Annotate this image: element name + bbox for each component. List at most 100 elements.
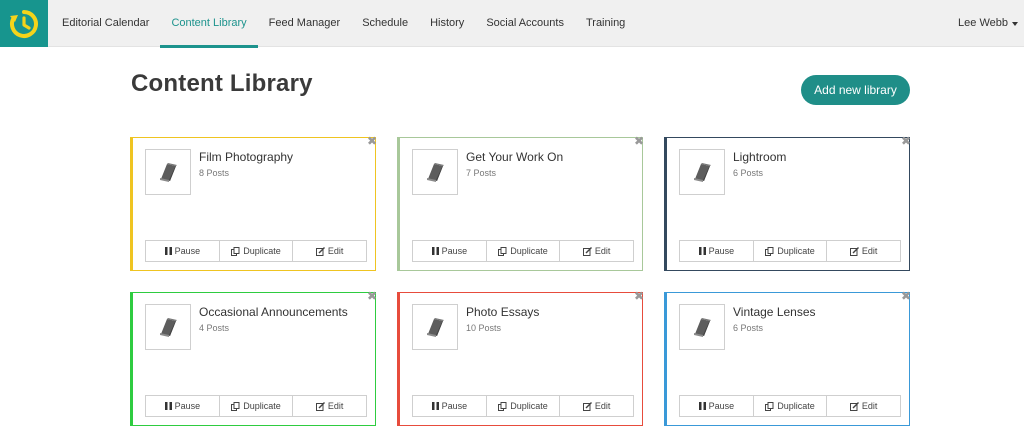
book-icon — [160, 163, 177, 182]
library-name[interactable]: Vintage Lenses — [733, 305, 816, 319]
duplicate-label: Duplicate — [243, 246, 281, 256]
nav-training[interactable]: Training — [575, 0, 636, 47]
edit-icon — [315, 401, 325, 411]
edit-button[interactable]: Edit — [293, 241, 366, 261]
pause-icon — [698, 247, 706, 255]
close-icon[interactable]: ✖ — [634, 135, 644, 147]
close-icon[interactable]: ✖ — [901, 135, 911, 147]
library-actions: Pause Duplicate Edit — [412, 240, 634, 262]
book-icon — [427, 318, 444, 337]
book-icon — [427, 163, 444, 182]
duplicate-button[interactable]: Duplicate — [220, 241, 294, 261]
edit-label: Edit — [861, 246, 878, 256]
user-name: Lee Webb — [958, 17, 1008, 29]
copy-icon — [498, 401, 507, 411]
close-icon[interactable]: ✖ — [634, 290, 644, 302]
library-name[interactable]: Occasional Announcements — [199, 305, 348, 319]
library-actions: Pause Duplicate Edit — [145, 395, 367, 417]
pause-button[interactable]: Pause — [680, 396, 754, 416]
edit-icon — [849, 401, 859, 411]
duplicate-button[interactable]: Duplicate — [487, 396, 561, 416]
library-actions: Pause Duplicate Edit — [145, 240, 367, 262]
duplicate-label: Duplicate — [510, 246, 548, 256]
copy-icon — [765, 401, 774, 411]
pause-icon — [164, 402, 172, 410]
nav-social-accounts[interactable]: Social Accounts — [475, 0, 575, 47]
edit-button[interactable]: Edit — [827, 241, 900, 261]
duplicate-label: Duplicate — [510, 401, 548, 411]
library-post-count: 6 Posts — [733, 168, 764, 178]
top-nav-bar: Editorial Calendar Content Library Feed … — [0, 0, 1024, 48]
library-actions: Pause Duplicate Edit — [679, 240, 901, 262]
nav-editorial-calendar[interactable]: Editorial Calendar — [51, 0, 160, 47]
library-thumbnail — [679, 304, 725, 350]
pause-button[interactable]: Pause — [413, 241, 487, 261]
library-name[interactable]: Photo Essays — [466, 305, 539, 319]
library-thumbnail — [412, 304, 458, 350]
pause-icon — [164, 247, 172, 255]
edit-label: Edit — [594, 246, 611, 256]
library-post-count: 6 Posts — [733, 323, 764, 333]
pause-label: Pause — [441, 401, 468, 411]
library-post-count: 8 Posts — [199, 168, 230, 178]
close-icon[interactable]: ✖ — [901, 290, 911, 302]
library-card: ✖ Occasional Announcements 4 Posts Pause… — [130, 290, 377, 426]
duplicate-button[interactable]: Duplicate — [754, 241, 828, 261]
app-logo[interactable] — [0, 0, 48, 47]
nav-content-library[interactable]: Content Library — [160, 0, 258, 48]
library-card: ✖ Lightroom 6 Posts Pause Duplicate Edit — [664, 135, 911, 271]
duplicate-button[interactable]: Duplicate — [754, 396, 828, 416]
nav-feed-manager[interactable]: Feed Manager — [258, 0, 352, 47]
book-icon — [694, 163, 711, 182]
duplicate-label: Duplicate — [243, 401, 281, 411]
user-menu[interactable]: Lee Webb — [958, 0, 1018, 47]
edit-icon — [849, 246, 859, 256]
edit-label: Edit — [861, 401, 878, 411]
edit-label: Edit — [327, 246, 344, 256]
pause-button[interactable]: Pause — [146, 241, 220, 261]
clock-logo-icon — [10, 9, 38, 38]
duplicate-button[interactable]: Duplicate — [220, 396, 294, 416]
edit-icon — [315, 246, 325, 256]
pause-button[interactable]: Pause — [146, 396, 220, 416]
library-actions: Pause Duplicate Edit — [412, 395, 634, 417]
main-nav: Editorial Calendar Content Library Feed … — [51, 0, 636, 48]
pause-label: Pause — [708, 401, 735, 411]
copy-icon — [231, 401, 240, 411]
edit-button[interactable]: Edit — [560, 396, 633, 416]
add-library-button[interactable]: Add new library — [801, 75, 910, 105]
pause-button[interactable]: Pause — [680, 241, 754, 261]
nav-history[interactable]: History — [419, 0, 475, 47]
library-card: ✖ Get Your Work On 7 Posts Pause Duplica… — [397, 135, 644, 271]
library-name[interactable]: Get Your Work On — [466, 150, 563, 164]
library-card: ✖ Film Photography 8 Posts Pause Duplica… — [130, 135, 377, 271]
edit-label: Edit — [327, 401, 344, 411]
library-thumbnail — [412, 149, 458, 195]
duplicate-button[interactable]: Duplicate — [487, 241, 561, 261]
close-icon[interactable]: ✖ — [367, 290, 377, 302]
pause-label: Pause — [174, 246, 201, 256]
edit-button[interactable]: Edit — [293, 396, 366, 416]
library-name[interactable]: Lightroom — [733, 150, 786, 164]
copy-icon — [498, 246, 507, 256]
edit-button[interactable]: Edit — [560, 241, 633, 261]
copy-icon — [765, 246, 774, 256]
edit-button[interactable]: Edit — [827, 396, 900, 416]
duplicate-label: Duplicate — [777, 401, 815, 411]
pause-label: Pause — [708, 246, 735, 256]
library-post-count: 7 Posts — [466, 168, 497, 178]
pause-icon — [698, 402, 706, 410]
nav-schedule[interactable]: Schedule — [351, 0, 419, 47]
book-icon — [694, 318, 711, 337]
edit-label: Edit — [594, 401, 611, 411]
library-actions: Pause Duplicate Edit — [679, 395, 901, 417]
edit-icon — [582, 246, 592, 256]
library-post-count: 10 Posts — [466, 323, 502, 333]
close-icon[interactable]: ✖ — [367, 135, 377, 147]
edit-icon — [582, 401, 592, 411]
library-name[interactable]: Film Photography — [199, 150, 293, 164]
book-icon — [160, 318, 177, 337]
pause-icon — [431, 247, 439, 255]
duplicate-label: Duplicate — [777, 246, 815, 256]
pause-button[interactable]: Pause — [413, 396, 487, 416]
